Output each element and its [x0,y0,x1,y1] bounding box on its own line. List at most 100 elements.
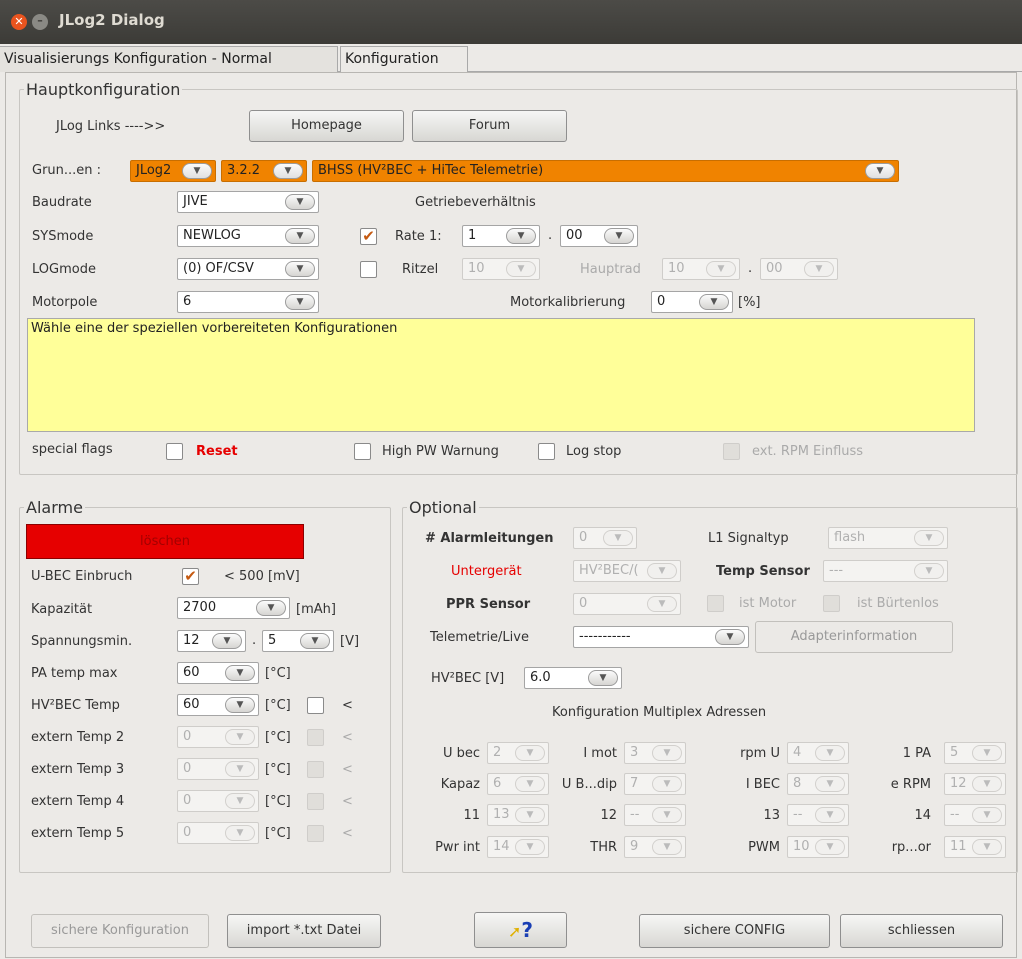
multiplex-combo[interactable]: 8 ▼ [787,773,849,795]
alarmleitungen-combo[interactable]: 0 ▼ [573,527,637,549]
multiplex-combo[interactable]: 7 ▼ [624,773,686,795]
sysmode-combo[interactable]: NEWLOG ▼ [177,225,319,247]
hauptrad-dot: . [748,261,753,276]
logmode-combo[interactable]: (0) OF/CSV ▼ [177,258,319,280]
help-button[interactable]: ➚? [474,912,567,948]
close-icon[interactable]: ✕ [11,14,27,30]
extern-temp4-checkbox[interactable] [307,793,324,810]
extern-temp3-checkbox[interactable] [307,761,324,778]
extern-temp5-checkbox[interactable] [307,825,324,842]
multiplex-combo[interactable]: 5 ▼ [944,742,1006,764]
sichere-konfiguration-button[interactable]: sichere Konfiguration [31,914,209,948]
rate-combo-b[interactable]: 00 ▼ [560,225,638,247]
multiplex-combo[interactable]: 11 ▼ [944,836,1006,858]
ist-motor-label: ist Motor [739,596,797,611]
multiplex-combo[interactable]: -- ▼ [624,804,686,826]
import-button[interactable]: import *.txt Datei [227,914,381,948]
title-bar: ✕ – JLog2 Dialog [0,0,1022,44]
extern-temp2-combo[interactable]: 0 ▼ [177,726,259,748]
hvbec-voltage-combo[interactable]: 6.0 ▼ [524,667,622,689]
ppr-sensor-combo[interactable]: 0 ▼ [573,593,681,615]
ritzel-checkbox[interactable] [360,261,377,278]
rate-checkbox[interactable]: ✔ [360,228,377,245]
l1-signaltyp-combo[interactable]: flash ▼ [828,527,948,549]
multiplex-combo[interactable]: 10 ▼ [787,836,849,858]
chevron-down-icon: ▼ [285,261,315,277]
adapterinformation-button[interactable]: Adapterinformation [755,621,953,653]
reset-checkbox[interactable] [166,443,183,460]
multiplex-label: Pwr int [435,840,480,855]
l1-signaltyp-label: L1 Signaltyp [708,531,789,546]
chevron-down-icon: ▼ [212,633,242,649]
grund-combo-jlog[interactable]: JLog2 ▼ [130,160,216,182]
hauptrad-combo-a[interactable]: 10 ▼ [662,258,740,280]
pa-temp-combo[interactable]: 60 ▼ [177,662,259,684]
homepage-button[interactable]: Homepage [249,110,404,142]
schliessen-button[interactable]: schliessen [840,914,1003,948]
multiplex-combo[interactable]: 4 ▼ [787,742,849,764]
hauptrad-combo-b[interactable]: 00 ▼ [760,258,838,280]
tab-visualisierung[interactable]: Visualisierungs Konfiguration - Normal [0,46,338,72]
motorpole-label: Motorpole [32,295,98,310]
multiplex-combo[interactable]: 6 ▼ [487,773,549,795]
sichere-config-button[interactable]: sichere CONFIG [639,914,830,948]
grund-combo-config[interactable]: BHSS (HV²BEC + HiTec Telemetrie) ▼ [312,160,899,182]
special-flags-label: special flags [32,442,113,457]
multiplex-combo[interactable]: 12 ▼ [944,773,1006,795]
grund-combo-version[interactable]: 3.2.2 ▼ [221,160,307,182]
telemetrie-combo[interactable]: ----------- ▼ [573,626,749,648]
tab-konfiguration[interactable]: Konfiguration [340,46,468,72]
minimize-icon[interactable]: – [32,14,48,30]
spannung-combo-b[interactable]: 5 ▼ [262,630,334,652]
baudrate-combo[interactable]: JIVE ▼ [177,191,319,213]
extern-temp2-checkbox[interactable] [307,729,324,746]
kapazitaet-value: 2700 [183,600,217,615]
chevron-down-icon: ▼ [652,745,682,761]
highpw-checkbox[interactable] [354,443,371,460]
multiplex-combo[interactable]: 14 ▼ [487,836,549,858]
extern-temp5-combo[interactable]: 0 ▼ [177,822,259,844]
multiplex-label: PWM [748,840,780,855]
extern-temp3-label: extern Temp 3 [31,762,125,777]
multiplex-combo[interactable]: -- ▼ [944,804,1006,826]
multiplex-combo[interactable]: 9 ▼ [624,836,686,858]
multiplex-combo[interactable]: 3 ▼ [624,742,686,764]
multiplex-combo[interactable]: -- ▼ [787,804,849,826]
multiplex-combo[interactable]: 13 ▼ [487,804,549,826]
extern-temp4-label: extern Temp 4 [31,794,125,809]
ist-motor-checkbox[interactable] [707,595,724,612]
extrpm-checkbox[interactable] [723,443,740,460]
multiplex-label: 13 [763,808,780,823]
ist-buerstenlos-checkbox[interactable] [823,595,840,612]
spannung-combo-a[interactable]: 12 ▼ [177,630,246,652]
motorpole-combo[interactable]: 6 ▼ [177,291,319,313]
extern-temp4-combo[interactable]: 0 ▼ [177,790,259,812]
multiplex-value: 9 [630,839,639,854]
hvbec-temp-combo[interactable]: 60 ▼ [177,694,259,716]
temp-sensor-combo[interactable]: --- ▼ [823,560,948,582]
rate-combo-a[interactable]: 1 ▼ [462,225,540,247]
untergeraet-combo[interactable]: HV²BEC/(▼ [573,560,681,582]
extern-temp2-value: 0 [183,729,192,744]
motorkal-combo[interactable]: 0 ▼ [651,291,733,313]
chevron-down-icon: ▼ [604,228,634,244]
telemetrie-value: ----------- [579,629,631,644]
chevron-down-icon: ▼ [588,670,618,686]
temp-sensor-label: Temp Sensor [716,564,810,579]
kapazitaet-combo[interactable]: 2700 ▼ [177,597,290,619]
logstop-checkbox[interactable] [538,443,555,460]
loeschen-button[interactable]: löschen [26,524,304,559]
kapazitaet-label: Kapazität [31,602,93,617]
multiplex-combo[interactable]: 2 ▼ [487,742,549,764]
chevron-down-icon: ▼ [515,839,545,855]
l1-signaltyp-value: flash [834,530,866,545]
hvbec-temp-label: HV²BEC Temp [31,698,120,713]
ubec-checkbox[interactable]: ✔ [182,568,199,585]
forum-button[interactable]: Forum [412,110,567,142]
ppr-sensor-label: PPR Sensor [446,597,531,612]
hvbec-temp-value: 60 [183,697,200,712]
extern-temp3-combo[interactable]: 0 ▼ [177,758,259,780]
ritzel-combo[interactable]: 10 ▼ [462,258,540,280]
hvbec-temp-checkbox[interactable] [307,697,324,714]
info-text-area[interactable]: Wähle eine der speziellen vorbereiteten … [27,318,975,432]
